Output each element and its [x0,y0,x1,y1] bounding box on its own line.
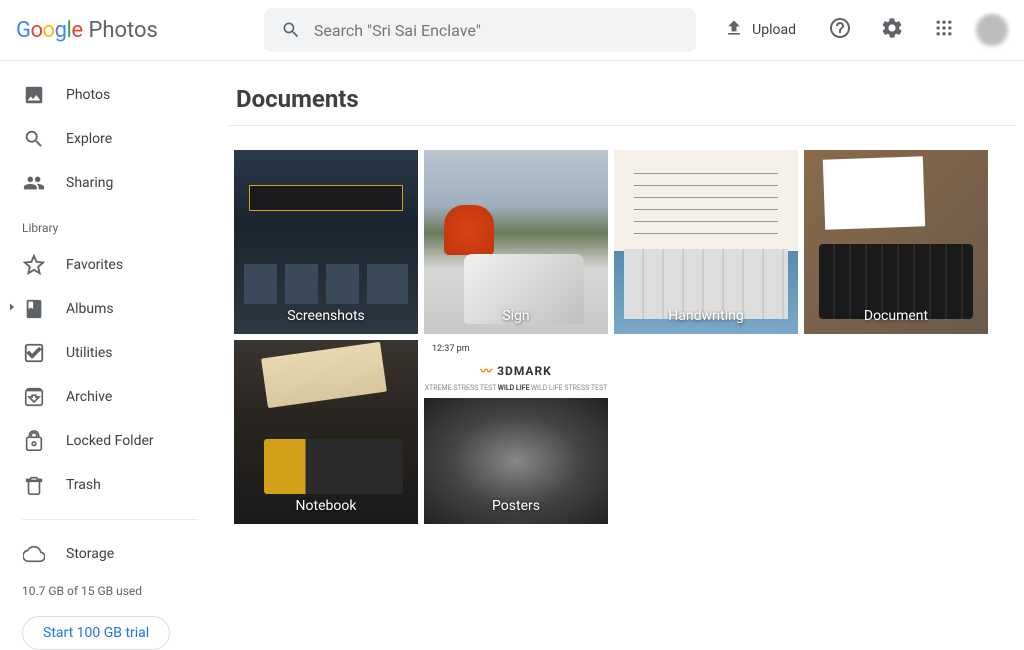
tile-thumbnail [614,150,798,334]
tile-posters[interactable]: 3DMARK XTREME STRESS TEST WILD LIFE WILD… [424,340,608,524]
google-photos-logo[interactable]: Google Photos [16,18,158,43]
tile-thumbnail [424,150,608,334]
album-icon [22,297,46,321]
cloud-icon [22,542,46,566]
lock-icon [22,429,46,453]
product-name: Photos [88,18,157,43]
sidebar-item-label: Sharing [66,175,113,191]
search-icon [280,18,302,42]
sidebar-item-label: Trash [66,477,101,493]
account-avatar[interactable] [976,14,1008,46]
tile-label: Screenshots [234,308,418,324]
title-divider [228,125,1016,126]
tile-screenshots[interactable]: Screenshots [234,150,418,334]
apps-grid-button[interactable] [924,10,964,50]
tile-label: Notebook [234,498,418,514]
search-bar[interactable] [264,8,696,52]
trash-icon [22,473,46,497]
sidebar-item-storage[interactable]: Storage [0,532,220,576]
sidebar-item-trash[interactable]: Trash [0,463,220,507]
tile-label: Document [804,308,988,324]
sidebar-divider [22,519,198,520]
sidebar-item-favorites[interactable]: Favorites [0,243,220,287]
sidebar-item-label: Albums [66,301,114,317]
tile-thumbnail [804,150,988,334]
upload-icon [724,18,744,42]
sidebar: Photos Explore Sharing Library Favorites… [0,61,220,580]
sidebar-item-label: Utilities [66,345,113,361]
tile-label: Handwriting [614,308,798,324]
header-actions: Upload [712,10,1008,50]
settings-button[interactable] [872,10,912,50]
app-header: Google Photos Upload [0,0,1024,61]
search-icon [22,127,46,151]
sidebar-item-label: Storage [66,546,114,562]
tile-handwriting[interactable]: Handwriting [614,150,798,334]
tile-thumbnail: 3DMARK XTREME STRESS TEST WILD LIFE WILD… [424,340,608,524]
tile-notebook[interactable]: Notebook [234,340,418,524]
storage-usage-text: 10.7 GB of 15 GB used [0,576,220,606]
google-wordmark: Google [16,18,82,43]
tile-thumbnail [234,340,418,524]
sidebar-item-label: Locked Folder [66,433,154,449]
sidebar-item-label: Archive [66,389,112,405]
posters-brand-text: 3DMARK [424,362,608,379]
tile-thumbnail [234,150,418,334]
sidebar-item-photos[interactable]: Photos [0,73,220,117]
start-trial-button[interactable]: Start 100 GB trial [22,616,170,650]
image-icon [22,83,46,107]
document-category-grid: Screenshots Sign Handwriting Document No… [228,150,1016,524]
posters-tabs: XTREME STRESS TEST WILD LIFE WILD LIFE S… [424,384,608,392]
sidebar-item-albums[interactable]: Albums [0,287,220,331]
content-area: Documents Screenshots Sign Handwriting D… [220,61,1024,580]
search-input[interactable] [314,21,680,40]
sidebar-section-library: Library [0,205,220,243]
tile-sign[interactable]: Sign [424,150,608,334]
upload-label: Upload [752,22,796,38]
sidebar-item-label: Explore [66,131,112,147]
page-title: Documents [228,85,1016,113]
gear-icon [880,16,904,44]
people-icon [22,171,46,195]
apps-grid-icon [934,18,954,42]
sidebar-item-sharing[interactable]: Sharing [0,161,220,205]
star-icon [22,253,46,277]
chevron-right-icon [6,301,18,317]
upload-button[interactable]: Upload [712,10,808,50]
archive-icon [22,385,46,409]
sidebar-item-label: Favorites [66,257,123,273]
tile-label: Sign [424,308,608,324]
tile-document[interactable]: Document [804,150,988,334]
sidebar-item-locked-folder[interactable]: Locked Folder [0,419,220,463]
sidebar-item-utilities[interactable]: Utilities [0,331,220,375]
help-button[interactable] [820,10,860,50]
sidebar-item-explore[interactable]: Explore [0,117,220,161]
sidebar-item-label: Photos [66,87,110,103]
help-icon [828,16,852,44]
sidebar-item-archive[interactable]: Archive [0,375,220,419]
check-box-icon [22,341,46,365]
main-layout: Photos Explore Sharing Library Favorites… [0,61,1024,580]
tile-label: Posters [424,498,608,514]
